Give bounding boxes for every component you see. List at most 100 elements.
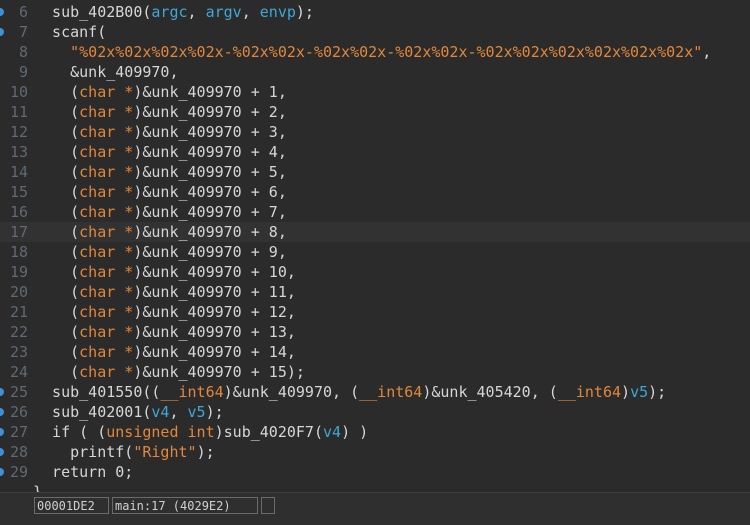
code-token: sub_402B00( bbox=[34, 3, 152, 21]
code-token: char * bbox=[79, 203, 134, 221]
code-token: ( bbox=[34, 143, 80, 161]
code-line[interactable]: 17 (char *)&unk_409970 + 8, bbox=[0, 222, 750, 242]
code-line[interactable]: 15 (char *)&unk_409970 + 6, bbox=[0, 182, 750, 202]
code-text: sub_401550((__int64)&unk_409970, (__int6… bbox=[34, 382, 666, 402]
code-line[interactable]: 9 &unk_409970, bbox=[0, 62, 750, 82]
code-token: argc bbox=[151, 3, 188, 21]
code-text: (char *)&unk_409970 + 11, bbox=[34, 282, 296, 302]
code-line[interactable]: 21 (char *)&unk_409970 + 12, bbox=[0, 302, 750, 322]
code-token: "Right" bbox=[133, 443, 197, 461]
code-line[interactable]: 6 sub_402B00(argc, argv, envp); bbox=[0, 2, 750, 22]
code-token: argv bbox=[205, 3, 242, 21]
code-token: )&unk_409970 + 3, bbox=[133, 123, 287, 141]
code-line[interactable]: 26 sub_402001(v4, v5); bbox=[0, 402, 750, 422]
line-number: 14 bbox=[9, 163, 28, 181]
line-number: 29 bbox=[9, 463, 28, 481]
code-token: ( bbox=[34, 303, 80, 321]
code-token: char * bbox=[79, 263, 134, 281]
code-token: sub_402001( bbox=[34, 403, 152, 421]
status-bar: 00001DE2 main:17 (4029E2) bbox=[0, 492, 750, 525]
code-line[interactable]: 12 (char *)&unk_409970 + 3, bbox=[0, 122, 750, 142]
code-token: char * bbox=[79, 343, 134, 361]
code-token: scanf( bbox=[34, 23, 107, 41]
code-token: )&unk_409970 + 13, bbox=[133, 323, 296, 341]
code-line[interactable]: 7 scanf( bbox=[0, 22, 750, 42]
code-line[interactable]: 27 if ( (unsigned int)sub_4020F7(v4) ) bbox=[0, 422, 750, 442]
line-number: 16 bbox=[9, 203, 28, 221]
code-line[interactable]: 8 "%02x%02x%02x%02x-%02x%02x-%02x%02x-%0… bbox=[0, 42, 750, 62]
code-text: printf("Right"); bbox=[34, 442, 215, 462]
code-line[interactable]: 20 (char *)&unk_409970 + 11, bbox=[0, 282, 750, 302]
line-number: 20 bbox=[9, 283, 28, 301]
line-number: 17 bbox=[9, 223, 28, 241]
code-text: (char *)&unk_409970 + 5, bbox=[34, 162, 287, 182]
code-token: ) bbox=[621, 383, 631, 401]
code-line[interactable]: 16 (char *)&unk_409970 + 7, bbox=[0, 202, 750, 222]
line-number: 21 bbox=[9, 303, 28, 321]
pseudocode-editor[interactable]: 6 sub_402B00(argc, argv, envp); 7 scanf(8… bbox=[0, 0, 750, 492]
status-address: 00001DE2 bbox=[34, 497, 109, 514]
code-text: (char *)&unk_409970 + 2, bbox=[34, 102, 287, 122]
line-number: 24 bbox=[9, 363, 28, 381]
code-token: , bbox=[169, 403, 188, 421]
code-token: sub_401550(( bbox=[34, 383, 161, 401]
code-token: )&unk_409970 + 8, bbox=[133, 223, 287, 241]
code-line[interactable]: 28 printf("Right"); bbox=[0, 442, 750, 462]
code-line[interactable]: 14 (char *)&unk_409970 + 5, bbox=[0, 162, 750, 182]
code-token: ( bbox=[34, 203, 80, 221]
code-line[interactable]: 10 (char *)&unk_409970 + 1, bbox=[0, 82, 750, 102]
code-token: ( bbox=[34, 283, 80, 301]
code-token: char * bbox=[79, 123, 134, 141]
code-token: )&unk_409970 + 6, bbox=[133, 183, 287, 201]
code-token: ); bbox=[205, 403, 224, 421]
code-token: unsigned int bbox=[106, 423, 215, 441]
line-number: 7 bbox=[18, 23, 28, 41]
line-number: 6 bbox=[18, 3, 28, 21]
code-line[interactable]: 18 (char *)&unk_409970 + 9, bbox=[0, 242, 750, 262]
code-text: (char *)&unk_409970 + 7, bbox=[34, 202, 287, 222]
code-line[interactable]: 29 return 0; bbox=[0, 462, 750, 482]
code-token: ( bbox=[34, 83, 80, 101]
line-number: 15 bbox=[9, 183, 28, 201]
code-token: char * bbox=[79, 303, 134, 321]
code-text: &unk_409970, bbox=[34, 62, 178, 82]
code-token: ( bbox=[34, 223, 80, 241]
code-token: )&unk_409970 + 12, bbox=[133, 303, 296, 321]
code-text: (char *)&unk_409970 + 3, bbox=[34, 122, 287, 142]
code-token: char * bbox=[79, 183, 134, 201]
code-token: char * bbox=[79, 243, 134, 261]
code-line[interactable]: 11 (char *)&unk_409970 + 2, bbox=[0, 102, 750, 122]
code-token: ( bbox=[34, 183, 80, 201]
line-number: 26 bbox=[9, 403, 28, 421]
code-line[interactable]: 24 (char *)&unk_409970 + 15); bbox=[0, 362, 750, 382]
code-token: )&unk_409970 + 1, bbox=[133, 83, 287, 101]
code-line[interactable]: 13 (char *)&unk_409970 + 4, bbox=[0, 142, 750, 162]
code-token: ); bbox=[648, 383, 667, 401]
code-line[interactable]: 22 (char *)&unk_409970 + 13, bbox=[0, 322, 750, 342]
code-token: v4 bbox=[323, 423, 342, 441]
code-text: "%02x%02x%02x%02x-%02x%02x-%02x%02x-%02x… bbox=[34, 42, 711, 62]
code-token: ( bbox=[34, 123, 80, 141]
code-text: (char *)&unk_409970 + 6, bbox=[34, 182, 287, 202]
code-text: (char *)&unk_409970 + 13, bbox=[34, 322, 296, 342]
line-number: 18 bbox=[9, 243, 28, 261]
code-token: ( bbox=[34, 343, 80, 361]
line-number: 9 bbox=[18, 63, 28, 81]
code-token: __int64 bbox=[557, 383, 622, 401]
code-text: (char *)&unk_409970 + 4, bbox=[34, 142, 287, 162]
code-token: char * bbox=[79, 163, 134, 181]
code-token: ( bbox=[34, 363, 80, 381]
code-text: (char *)&unk_409970 + 9, bbox=[34, 242, 287, 262]
code-token: envp bbox=[259, 3, 296, 21]
code-line[interactable]: 25 sub_401550((__int64)&unk_409970, (__i… bbox=[0, 382, 750, 402]
code-token: v4 bbox=[151, 403, 170, 421]
code-token: )&unk_409970 + 9, bbox=[133, 243, 287, 261]
code-token: ); bbox=[196, 443, 215, 461]
line-number: 19 bbox=[9, 263, 28, 281]
code-token: printf( bbox=[34, 443, 134, 461]
code-text: scanf( bbox=[34, 22, 106, 42]
line-number: 11 bbox=[9, 103, 28, 121]
code-line[interactable]: 23 (char *)&unk_409970 + 14, bbox=[0, 342, 750, 362]
code-line[interactable]: 19 (char *)&unk_409970 + 10, bbox=[0, 262, 750, 282]
code-token: ) ) bbox=[341, 423, 369, 441]
